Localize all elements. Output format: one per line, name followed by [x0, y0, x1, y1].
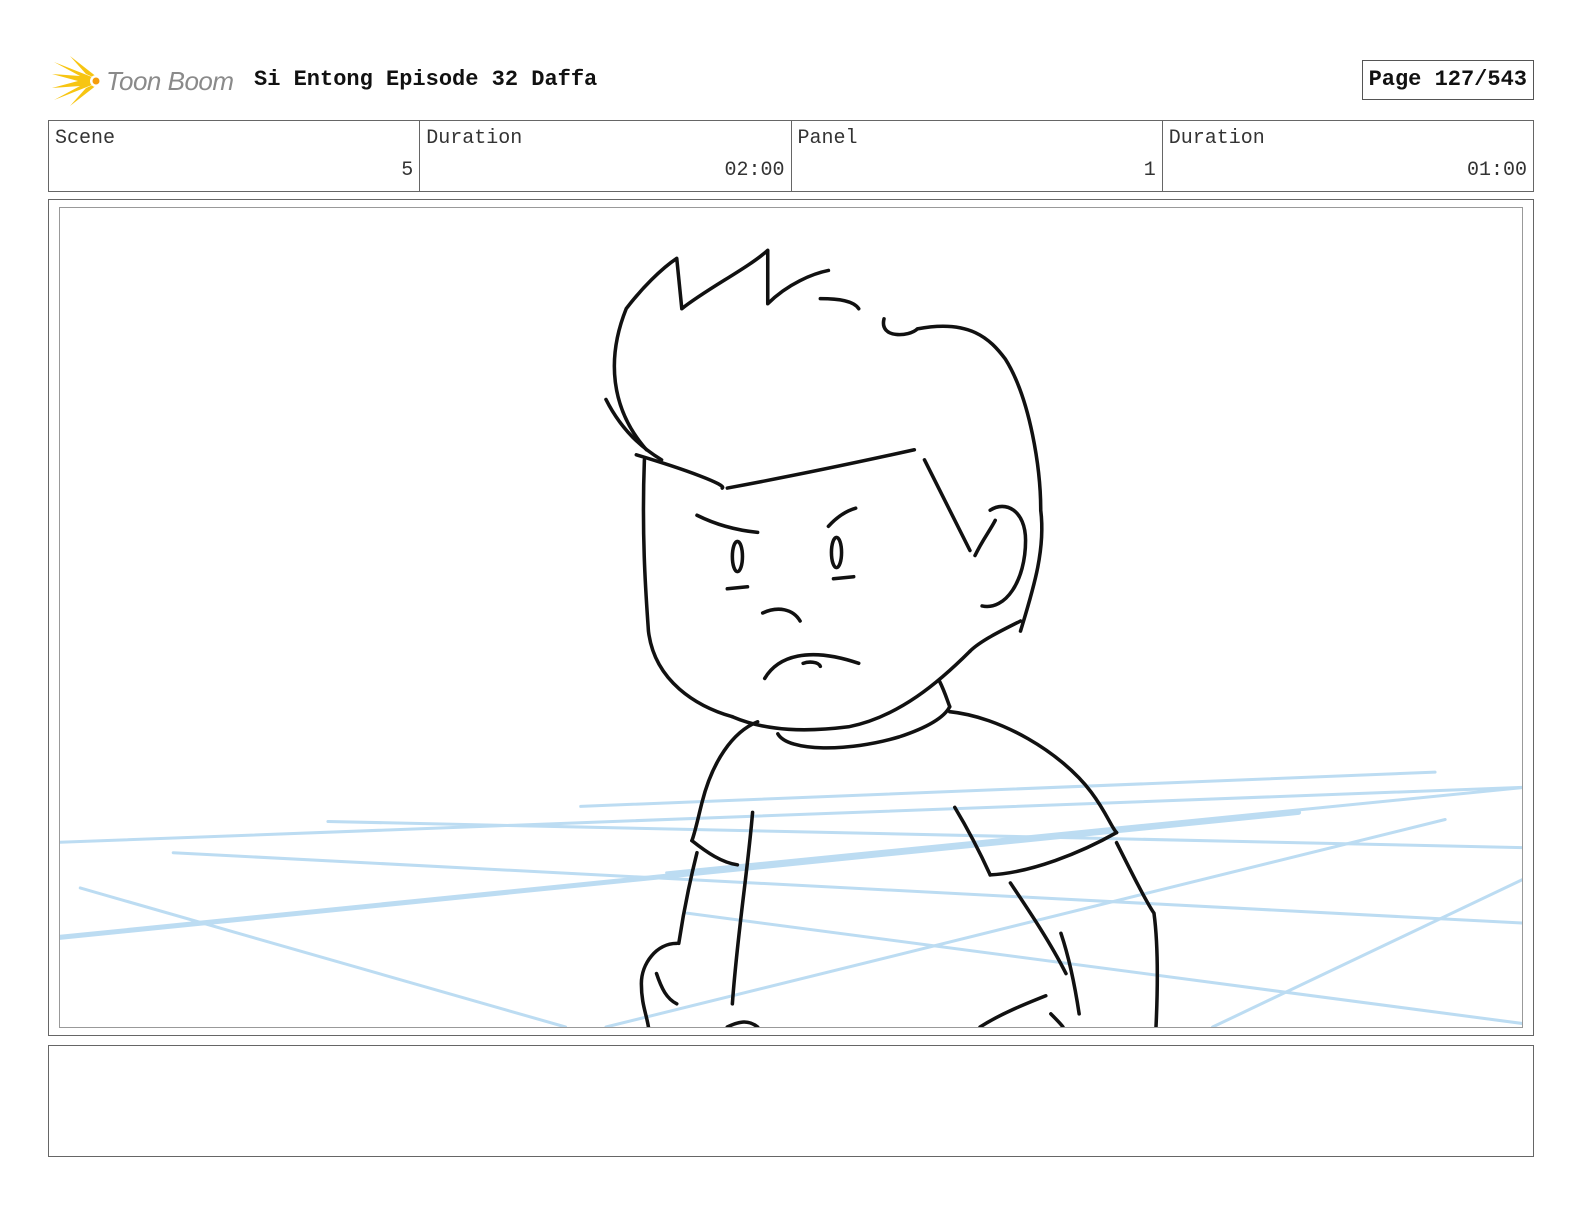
- scene-label: Scene: [55, 127, 116, 150]
- page-number: Page 127/543: [1361, 60, 1534, 100]
- panel-image: [59, 207, 1523, 1028]
- storyboard-sketch: [60, 248, 1522, 1027]
- panel-cell: Panel 1: [792, 121, 1163, 191]
- panel-label: Panel: [797, 127, 858, 150]
- panel-duration-cell: Duration 01:00: [1163, 121, 1533, 191]
- scene-info-table: Scene 5 Duration 02:00 Panel 1 Duration …: [48, 120, 1534, 192]
- toon-boom-logo: Toon Boom: [50, 54, 240, 108]
- scene-duration-label: Duration: [426, 127, 523, 150]
- scene-cell: Scene 5: [49, 121, 421, 191]
- logo-wordmark: Toon Boom: [106, 66, 234, 96]
- scene-duration-cell: Duration 02:00: [420, 121, 792, 191]
- scene-duration-value: 02:00: [724, 159, 785, 182]
- panel-duration-label: Duration: [1168, 127, 1265, 150]
- panel-duration-value: 01:00: [1466, 159, 1527, 182]
- flame-icon: [52, 56, 102, 106]
- guide-lines: [60, 770, 1522, 1027]
- page-header: Toon Boom Si Entong Episode 32 Daffa Pag…: [48, 50, 1534, 110]
- panel-notes: [48, 1045, 1534, 1157]
- panel-frame: [48, 199, 1534, 1036]
- scene-value: 5: [401, 159, 414, 182]
- document-title: Si Entong Episode 32 Daffa: [254, 67, 598, 92]
- panel-value: 1: [1143, 159, 1156, 182]
